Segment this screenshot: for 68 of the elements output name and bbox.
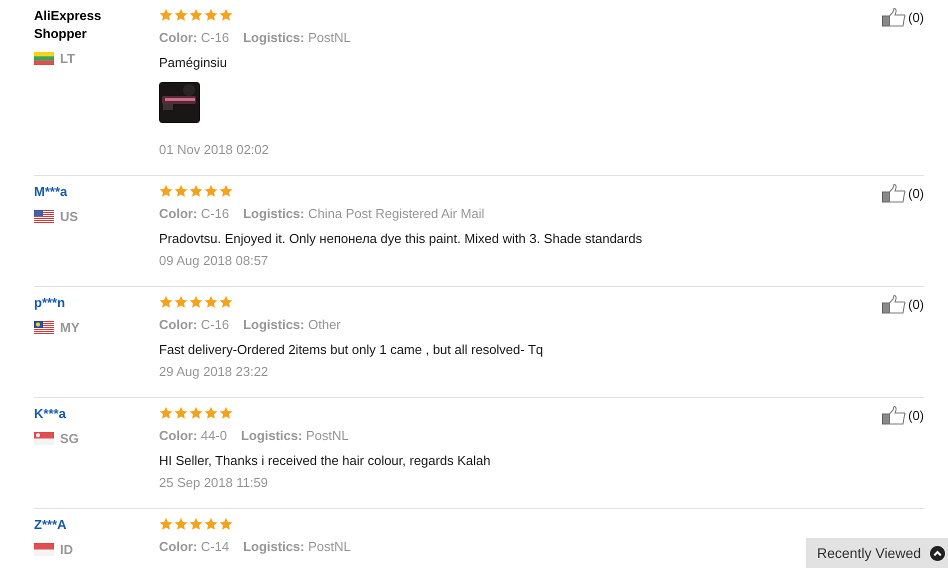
- star-icon: [219, 184, 233, 198]
- logistics-info: Logistics: PostNL: [243, 538, 351, 556]
- star-icon: [219, 517, 233, 531]
- star-icon: [219, 8, 233, 22]
- country-code: MY: [60, 319, 80, 337]
- star-icon: [159, 8, 173, 22]
- review-date: 25 Sep 2018 11:59: [159, 474, 269, 492]
- country-code: ID: [60, 541, 73, 559]
- reviewer-name[interactable]: M***a: [34, 183, 114, 201]
- recently-viewed-button[interactable]: Recently Viewed: [806, 538, 948, 568]
- star-icon: [189, 406, 203, 420]
- star-icon: [159, 517, 173, 531]
- review-text: Paméginsiu: [159, 54, 228, 72]
- color-info: Color: C-16: [159, 316, 230, 334]
- star-icon: [189, 295, 203, 309]
- color-info: Color: 44-0: [159, 427, 227, 445]
- thumbs-up-icon[interactable]: [882, 406, 906, 425]
- star-icon: [174, 517, 188, 531]
- thumbs-up-icon[interactable]: [882, 184, 906, 203]
- star-icon: [204, 8, 218, 22]
- star-icon: [189, 517, 203, 531]
- review-text: HI Seller, Thanks i received the hair colour, regards Kalah: [159, 452, 492, 470]
- logistics-info: Logistics: PostNL: [240, 427, 349, 445]
- star-icon: [174, 295, 188, 309]
- reviewer-name[interactable]: K***a: [34, 405, 114, 423]
- flag-icon: [34, 52, 54, 66]
- star-icon: [174, 184, 188, 198]
- thumbs-up-icon[interactable]: [882, 295, 906, 314]
- flag-icon: [34, 210, 54, 224]
- flag-icon: [34, 543, 54, 556]
- star-icon: [159, 184, 173, 198]
- reviewer-name[interactable]: p***n: [34, 294, 114, 312]
- country-code: LT: [60, 50, 75, 68]
- review-date: 09 Aug 2018 08:57: [159, 252, 270, 270]
- flag-icon: [34, 432, 54, 446]
- star-icon: [174, 8, 188, 22]
- logistics-info: Logistics: PostNL: [243, 29, 351, 47]
- logistics-info: Logistics: China Post Registered Air Mail: [243, 205, 484, 223]
- logistics-info: Logistics: Other: [243, 316, 341, 334]
- like-count: (0): [908, 185, 924, 203]
- star-icon: [219, 295, 233, 309]
- color-info: Color: C-14: [159, 538, 230, 556]
- like-count: (0): [908, 9, 924, 27]
- reviewer-name[interactable]: Z***A: [34, 516, 114, 534]
- star-icon: [159, 406, 173, 420]
- reviewer-name: AliExpress Shopper: [34, 7, 102, 43]
- like-count: (0): [908, 407, 924, 425]
- star-icon: [204, 295, 218, 309]
- color-info: Color: C-16: [159, 205, 230, 223]
- review-text: Pradovtsu. Enjoyed it. Only непонела dye this paint. Mixed with 3. Shade standards: [159, 230, 644, 248]
- star-icon: [189, 184, 203, 198]
- flag-icon: [34, 321, 54, 334]
- star-icon: [159, 295, 173, 309]
- star-icon: [204, 517, 218, 531]
- star-icon: [219, 406, 233, 420]
- chevron-up-icon: [930, 546, 945, 560]
- star-icon: [189, 8, 203, 22]
- country-code: US: [60, 208, 78, 226]
- color-info: Color: C-16: [159, 29, 230, 47]
- review-date: 29 Aug 2018 23:22: [159, 363, 270, 381]
- country-code: SG: [60, 430, 79, 448]
- like-count: (0): [908, 296, 924, 314]
- star-icon: [204, 406, 218, 420]
- star-icon: [174, 406, 188, 420]
- review-date: 01 Nov 2018 02:02: [159, 141, 270, 159]
- review-text: Fast delivery-Ordered 2items but only 1 came , but all resolved- Tq: [159, 341, 544, 359]
- thumbs-up-icon[interactable]: [882, 8, 906, 27]
- star-icon: [204, 184, 218, 198]
